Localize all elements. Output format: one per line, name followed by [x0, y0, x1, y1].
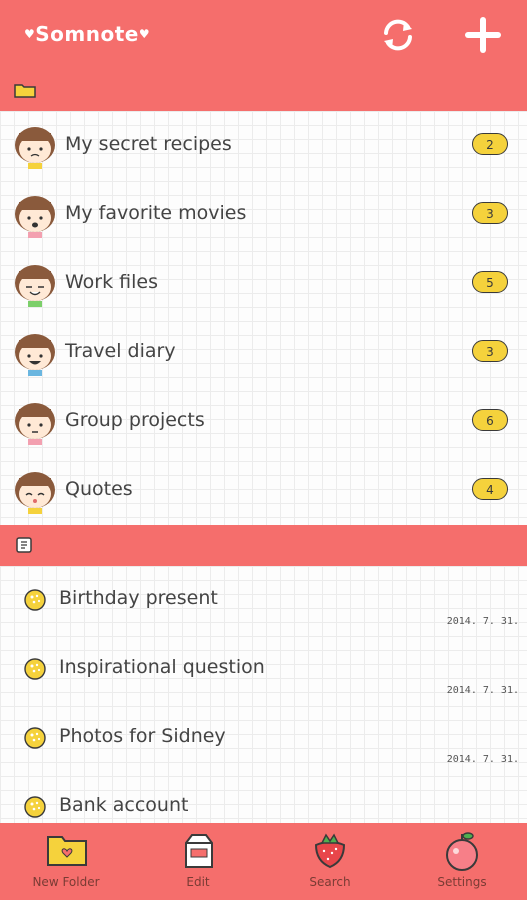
top-bar: ♥Somnote♥ — [0, 0, 527, 70]
folder-small-icon — [14, 84, 36, 98]
tab-edit[interactable]: Edit — [132, 823, 264, 900]
strawberry-icon — [314, 833, 346, 869]
folder-name: Group projects — [65, 409, 205, 431]
note-date: 2014. 7. 31. — [446, 754, 519, 765]
folder-row[interactable]: My secret recipes 2 — [0, 111, 527, 180]
apple-icon — [446, 832, 478, 871]
sync-icon[interactable] — [380, 17, 416, 53]
folder-name: Quotes — [65, 478, 133, 500]
folder-row[interactable]: Quotes 4 — [0, 456, 527, 525]
app-logo-text: Somnote — [35, 22, 139, 46]
tab-settings[interactable]: Settings — [396, 823, 527, 900]
note-row[interactable]: Inspirational question 2014. 7. 31. — [0, 635, 527, 704]
folder-row[interactable]: Group projects 6 — [0, 387, 527, 456]
folder-name: Travel diary — [65, 340, 176, 362]
folder-count-badge: 3 — [472, 202, 508, 224]
folder-name: My secret recipes — [65, 133, 232, 155]
folder-count-badge: 3 — [472, 340, 508, 362]
note-row[interactable]: Bank account — [0, 773, 527, 823]
app-logo: ♥Somnote♥ — [24, 22, 151, 46]
girl-face-icon — [15, 127, 55, 169]
notes-section-header — [0, 525, 527, 566]
tab-label: Settings — [437, 875, 487, 889]
add-icon[interactable] — [462, 14, 504, 56]
note-row[interactable]: Birthday present 2014. 7. 31. — [0, 566, 527, 635]
note-list: Birthday present 2014. 7. 31. Inspiratio… — [0, 566, 527, 823]
note-dot-icon — [24, 658, 46, 680]
milk-carton-icon — [185, 834, 213, 868]
girl-face-icon — [15, 334, 55, 376]
note-small-icon — [16, 537, 32, 553]
folder-row[interactable]: My favorite movies 3 — [0, 180, 527, 249]
new-folder-icon — [47, 836, 87, 866]
folder-row[interactable]: Travel diary 3 — [0, 318, 527, 387]
note-row[interactable]: Photos for Sidney 2014. 7. 31. — [0, 704, 527, 773]
tab-label: Search — [309, 875, 351, 889]
folder-count-badge: 6 — [472, 409, 508, 431]
folder-row[interactable]: Work files 5 — [0, 249, 527, 318]
note-dot-icon — [24, 796, 46, 818]
girl-face-icon — [15, 472, 55, 514]
note-title: Bank account — [59, 794, 189, 816]
folder-count-badge: 5 — [472, 271, 508, 293]
note-title: Inspirational question — [59, 656, 265, 678]
note-title: Birthday present — [59, 587, 218, 609]
folder-name: My favorite movies — [65, 202, 247, 224]
note-title: Photos for Sidney — [59, 725, 226, 747]
folders-section-header — [0, 70, 527, 111]
note-dot-icon — [24, 727, 46, 749]
folder-list: My secret recipes 2 My favorite movies 3… — [0, 111, 527, 525]
tab-new-folder[interactable]: New Folder — [0, 823, 132, 900]
note-dot-icon — [24, 589, 46, 611]
folder-name: Work files — [65, 271, 158, 293]
tab-label: New Folder — [32, 875, 100, 889]
girl-face-icon — [15, 403, 55, 445]
tab-search[interactable]: Search — [264, 823, 396, 900]
folder-count-badge: 2 — [472, 133, 508, 155]
note-date: 2014. 7. 31. — [446, 616, 519, 627]
tab-label: Edit — [186, 875, 210, 889]
folder-count-badge: 4 — [472, 478, 508, 500]
girl-face-icon — [15, 265, 55, 307]
girl-face-icon — [15, 196, 55, 238]
bottom-tab-bar: New Folder Edit Search Settings — [0, 823, 527, 900]
note-date: 2014. 7. 31. — [446, 685, 519, 696]
